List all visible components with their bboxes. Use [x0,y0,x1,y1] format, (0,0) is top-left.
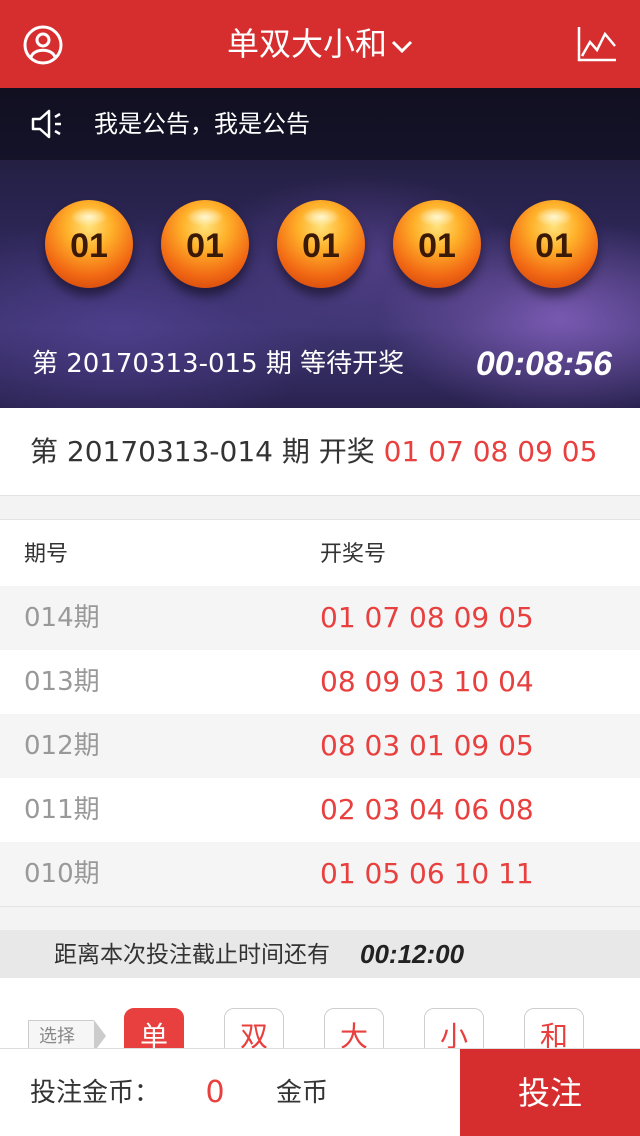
option-odd-button[interactable]: 单 [124,1008,184,1048]
draw-countdown: 00:08:56 [475,345,612,383]
row-result: 01 07 08 09 05 [320,601,534,634]
draw-balls: 01 01 01 01 01 [0,200,640,310]
last-draw-numbers: 01 07 08 09 05 [383,435,598,468]
table-row: 012期 08 03 01 09 05 [0,714,640,778]
row-period: 014期 [24,603,100,633]
coin-unit-label: 金币 [276,1078,329,1108]
lottery-ball: 01 [393,200,481,288]
divider [0,496,640,520]
table-header: 期号 开奖号 [0,520,640,586]
lottery-ball: 01 [161,200,249,288]
place-bet-button[interactable]: 投注 [460,1049,640,1136]
table-row: 013期 08 09 03 10 04 [0,650,640,714]
row-period: 013期 [24,667,100,697]
option-big-button[interactable]: 大 [324,1008,384,1048]
table-row: 014期 01 07 08 09 05 [0,586,640,650]
notice-text: 我是公告，我是公告 [94,110,310,138]
row-period: 010期 [24,859,100,889]
chevron-down-icon [391,21,413,65]
table-row: 011期 02 03 04 06 08 [0,778,640,842]
row-result: 02 03 04 06 08 [320,793,534,826]
row-period: 011期 [24,795,100,825]
bet-options: 选择 单 双 大 小 和 [0,978,640,1048]
trend-chart-icon[interactable] [576,24,618,64]
notice-bar[interactable]: 我是公告，我是公告 [0,88,640,160]
lottery-ball: 01 [510,200,598,288]
option-small-button[interactable]: 小 [424,1008,484,1048]
deadline-countdown: 00:12:00 [360,939,465,969]
betting-deadline-bar: 距离本次投注截止时间还有 00:12:00 [0,930,640,978]
speaker-icon [30,108,66,140]
row-period: 012期 [24,731,100,761]
bet-amount-input[interactable]: 0 [200,1071,230,1115]
table-row: 010期 01 05 06 10 11 [0,842,640,906]
app-header: 单双大小和 [0,0,640,88]
game-type-dropdown[interactable]: 单双大小和 [0,22,640,66]
column-header-period: 期号 [24,542,69,567]
option-sum-button[interactable]: 和 [524,1008,584,1048]
bet-footer: 投注金币： 0 金币 投注 [0,1048,640,1136]
last-draw-label: 第 20170313-014 期 开奖 [30,435,375,468]
last-draw-result: 第 20170313-014 期 开奖 01 07 08 09 05 [0,408,640,496]
column-header-result: 开奖号 [320,542,387,567]
divider [0,906,640,930]
page-title: 单双大小和 [226,25,387,63]
deadline-label: 距离本次投注截止时间还有 [54,942,330,968]
row-result: 08 03 01 09 05 [320,729,534,762]
current-issue-row: 第 20170313-015 期 等待开奖 00:08:56 [32,340,612,388]
row-result: 08 09 03 10 04 [320,665,534,698]
history-table[interactable]: 期号 开奖号 014期 01 07 08 09 05 013期 08 09 03… [0,520,640,906]
lottery-ball: 01 [45,200,133,288]
current-draw-panel: 我是公告，我是公告 01 01 01 01 01 第 20170313-015 … [0,88,640,408]
bet-amount-label: 投注金币： [30,1078,161,1108]
row-result: 01 05 06 10 11 [320,857,534,890]
lottery-ball: 01 [277,200,365,288]
current-issue-status: 第 20170313-015 期 等待开奖 [32,349,405,379]
option-even-button[interactable]: 双 [224,1008,284,1048]
select-tag: 选择 [28,1020,106,1048]
